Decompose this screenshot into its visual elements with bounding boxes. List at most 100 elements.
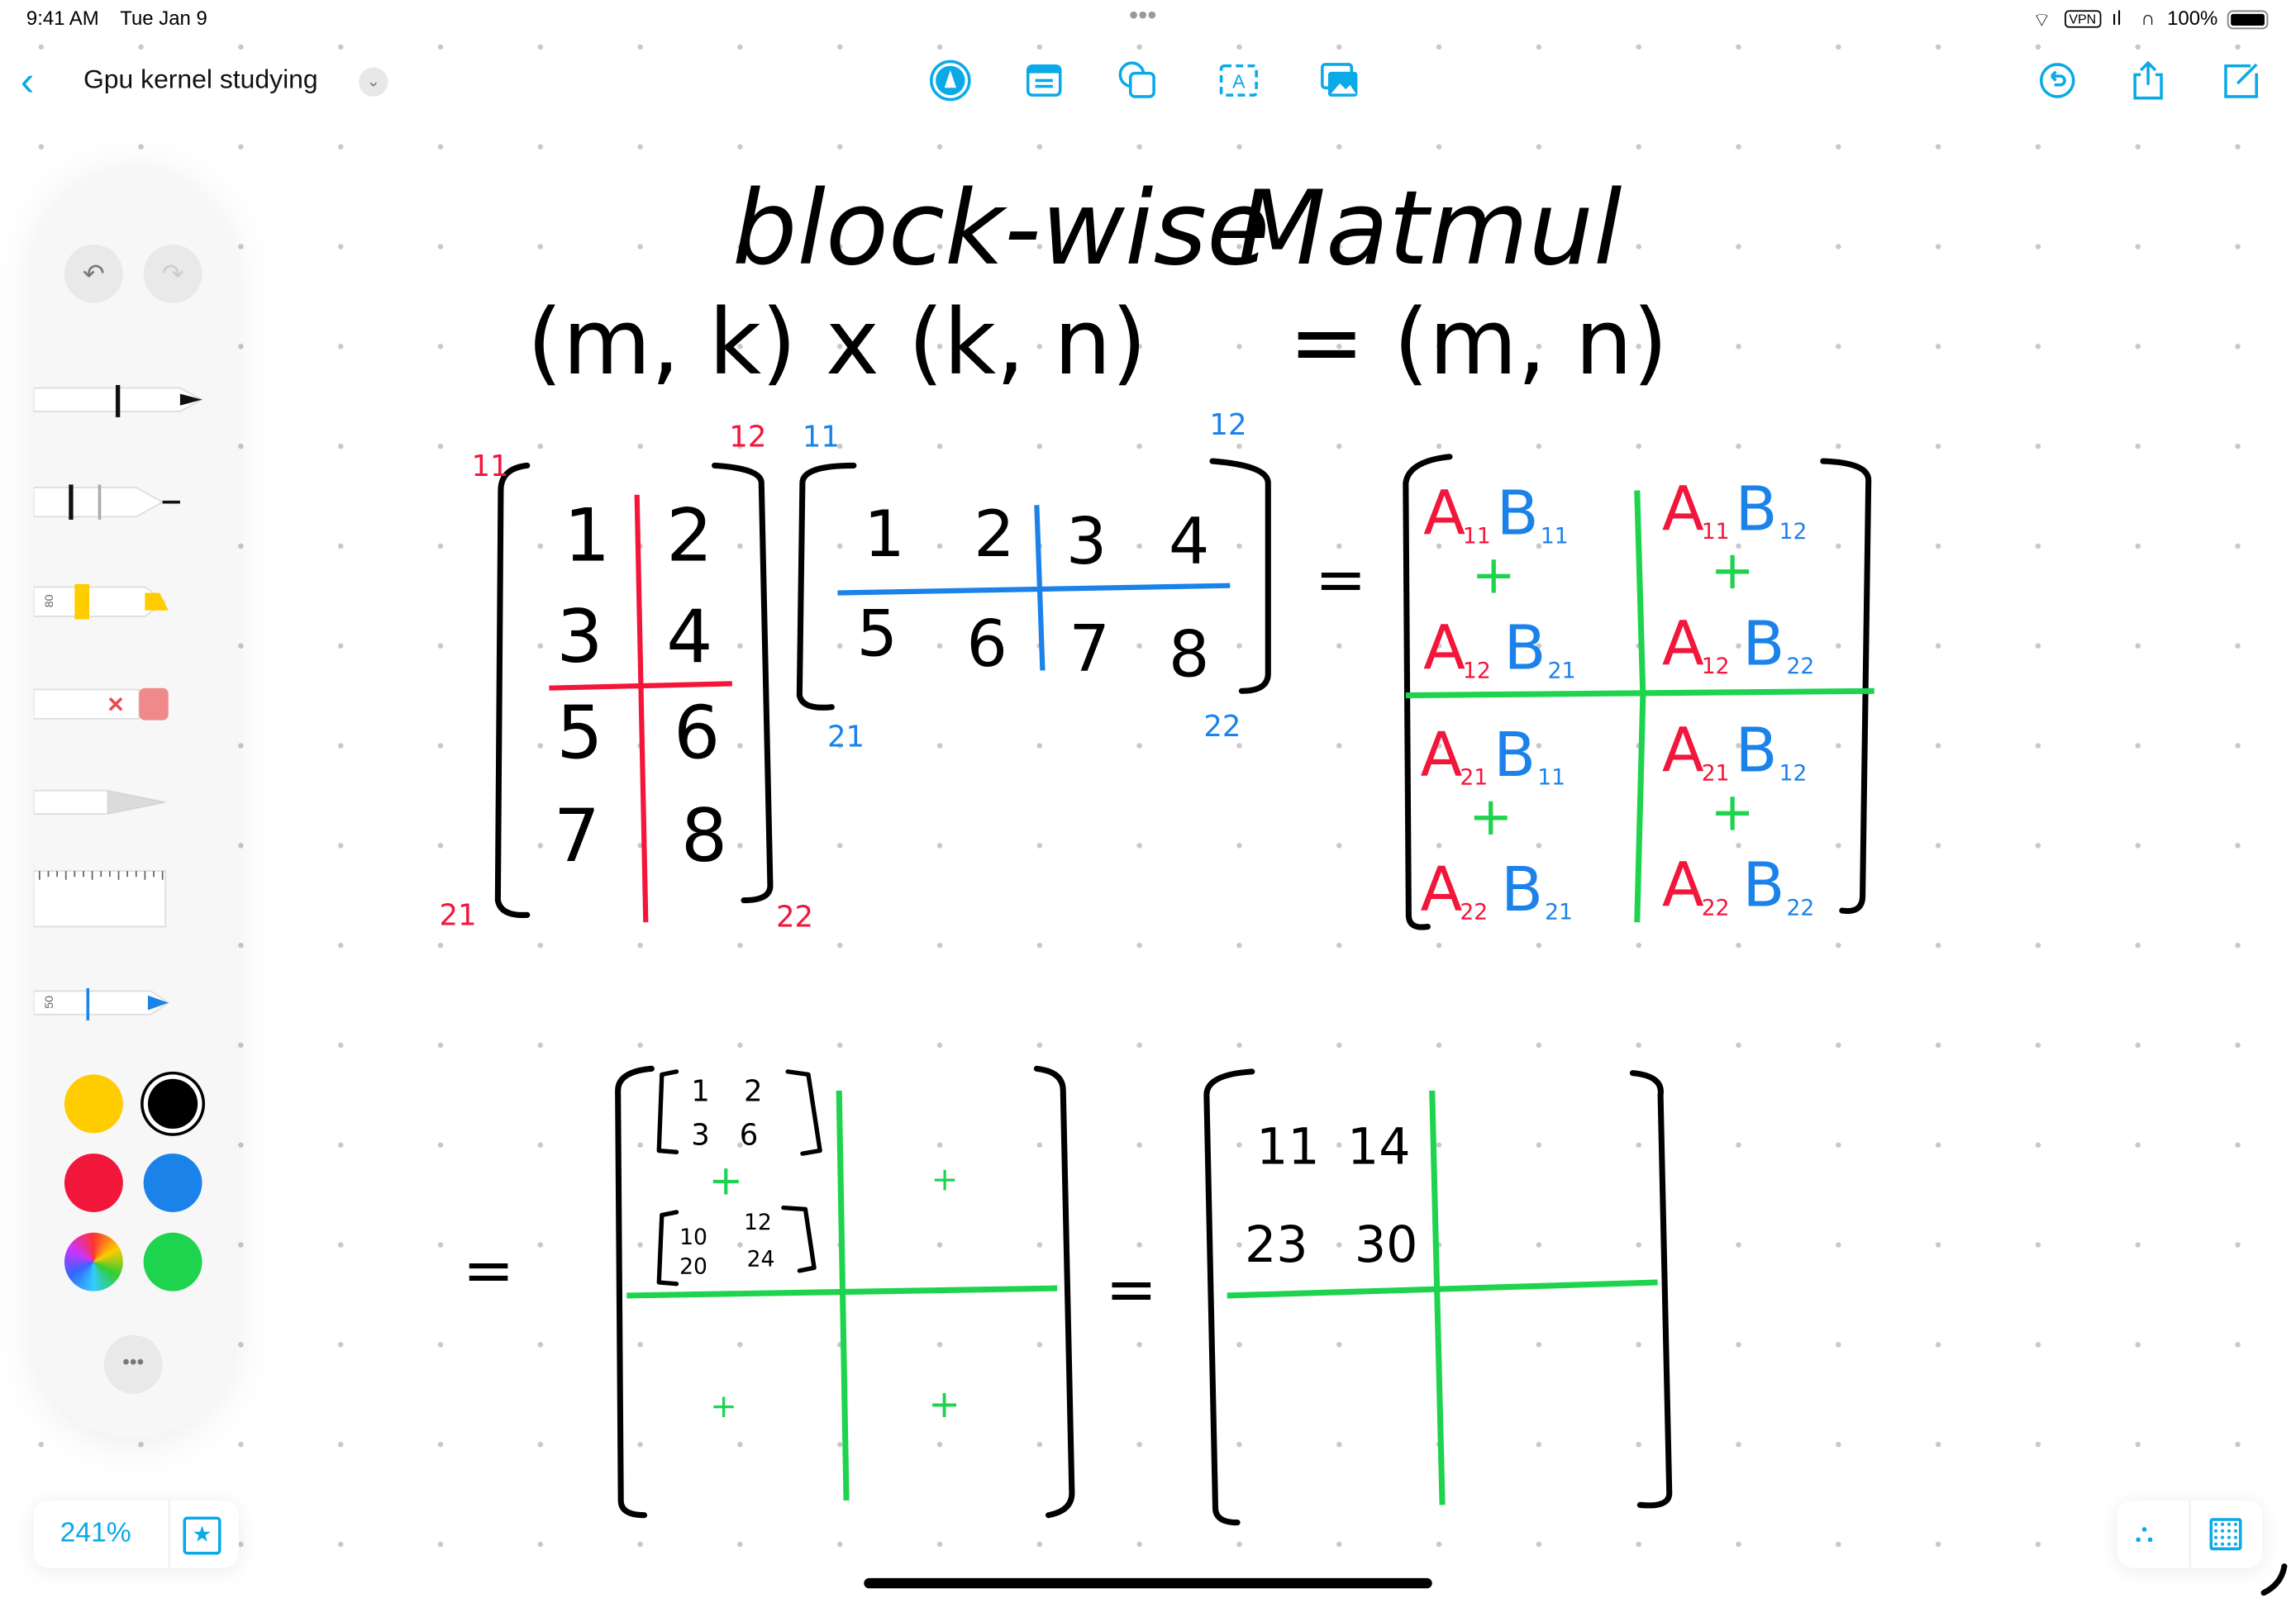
partial-2-value: 10 — [679, 1225, 707, 1250]
result-b-subscript: 11 — [1537, 765, 1565, 791]
ink-title-blockwise: block-wise — [732, 169, 1270, 288]
result-vertical-divider — [1634, 490, 1646, 923]
block-matrix-left-bracket — [615, 1065, 655, 1519]
matrix-b-value: 8 — [1169, 618, 1210, 692]
matrix-a-value: 2 — [666, 493, 712, 578]
matrix-b-value: 2 — [974, 497, 1015, 572]
result-a-term: A — [1423, 478, 1465, 549]
partial-2-value: 20 — [679, 1253, 707, 1279]
result-c-subscript: 22 — [1460, 900, 1488, 925]
block-matrix-right-bracket — [1033, 1065, 1075, 1519]
final-right-bracket — [1629, 1070, 1673, 1509]
matrix-b-horizontal-divider — [837, 583, 1231, 596]
partial-products: 1 23 6101220 24+ ++ + — [679, 1074, 960, 1426]
block-matrix-vertical-divider — [836, 1090, 850, 1501]
final-value: 30 — [1355, 1216, 1418, 1274]
partial-1-value: 2 — [744, 1074, 763, 1108]
final-horizontal-divider — [1227, 1279, 1658, 1299]
matrix-b-block-label: 22 — [1203, 710, 1241, 744]
result-d-term: B — [1504, 612, 1546, 684]
matrix-a-vertical-divider — [634, 494, 649, 923]
partial-2-value: 12 — [744, 1210, 772, 1235]
matrix-a-horizontal-divider — [549, 681, 732, 691]
result-c-term: A — [1662, 607, 1704, 679]
canvas[interactable]: 9:41 AM Tue Jan 9 ••• ⌔ VPN ıl ∩ 100% ‹ … — [0, 0, 2296, 1603]
result-b-subscript: 11 — [1541, 523, 1569, 549]
result-plus-sign: + — [1472, 545, 1516, 606]
matrix-a-block-label: 21 — [440, 899, 477, 933]
result-b-subscript: 12 — [1779, 760, 1808, 786]
partial-1-right-bracket — [785, 1069, 822, 1156]
partial-2-left-bracket — [656, 1210, 679, 1287]
matrix-a-left-bracket — [494, 462, 531, 918]
result-d-subscript: 22 — [1786, 654, 1814, 679]
ink-title-matmul: Matmul — [1237, 169, 1622, 288]
ink-equals-1: = — [1315, 543, 1366, 615]
matrix-b-value: 5 — [856, 597, 898, 672]
ink-stroke-fragment — [2260, 1563, 2288, 1596]
matrix-a-value: 6 — [674, 691, 720, 776]
ink-equals-3: = — [1106, 1253, 1157, 1325]
matrix-b-value: 4 — [1169, 505, 1210, 579]
block-plus-sign: + — [709, 1157, 744, 1205]
result-a-term: A — [1662, 473, 1704, 545]
matrix-a-block-label: 12 — [729, 420, 766, 454]
matrix-a-value: 5 — [556, 691, 603, 776]
final-value: 11 — [1256, 1119, 1320, 1177]
result-b-term: B — [1493, 719, 1536, 791]
ink-dims-left: (m, k) x (k, n) — [527, 289, 1147, 395]
result-plus-sign: + — [1469, 787, 1512, 848]
block-matrix-horizontal-divider — [626, 1285, 1058, 1299]
result-c-subscript: 12 — [1702, 654, 1730, 679]
result-c-subscript: 12 — [1463, 658, 1491, 683]
matrix-b-value: 6 — [966, 607, 1007, 682]
result-c-term: A — [1662, 849, 1704, 921]
result-d-term: B — [1742, 849, 1784, 921]
ink-dims-right: = (m, n) — [1289, 289, 1668, 395]
matrix-b-value: 3 — [1066, 505, 1108, 579]
ink-equals-2: = — [463, 1234, 514, 1306]
matrix-a-block-label: 22 — [776, 900, 813, 934]
partial-1-left-bracket — [656, 1069, 679, 1154]
result-d-term: B — [1742, 607, 1784, 679]
result-b-term: B — [1735, 715, 1777, 787]
partial-2-right-bracket — [781, 1205, 817, 1273]
final-values: 11 14 23 30 — [1245, 1119, 1418, 1275]
matrix-b-labels: 11 1221 22 — [803, 408, 1247, 754]
matrix-a-value: 4 — [666, 594, 712, 679]
result-b-term: B — [1735, 473, 1777, 545]
matrix-b-value: 7 — [1069, 611, 1110, 686]
result-d-subscript: 21 — [1548, 658, 1576, 683]
result-plus-sign: + — [1710, 540, 1754, 602]
final-value: 14 — [1347, 1119, 1411, 1177]
result-right-bracket — [1820, 458, 1872, 915]
result-b-subscript: 12 — [1779, 519, 1808, 545]
partial-2-value: 24 — [747, 1247, 775, 1272]
partial-1-value: 1 — [691, 1074, 710, 1108]
matrix-a-block-label: 11 — [471, 450, 508, 483]
matrix-a-value: 1 — [564, 493, 610, 578]
ink-layer: block-wise Matmul (m, k) x (k, n) = (m, … — [440, 169, 2288, 1596]
result-c-term: A — [1421, 854, 1463, 925]
final-value: 23 — [1245, 1216, 1308, 1274]
matrix-b-right-bracket — [1209, 458, 1271, 694]
partial-1-value: 6 — [740, 1118, 759, 1152]
matrix-b-block-label: 12 — [1209, 408, 1246, 442]
result-b-term: B — [1497, 478, 1539, 549]
result-a-term: A — [1421, 719, 1463, 791]
block-plus-sign: + — [931, 1161, 959, 1198]
matrix-b-block-label: 11 — [803, 420, 840, 454]
result-d-subscript: 21 — [1545, 900, 1573, 925]
result-c-term: A — [1423, 612, 1465, 684]
result-d-subscript: 22 — [1786, 895, 1814, 920]
matrix-b-block-label: 21 — [827, 721, 865, 754]
result-cells: A11 B 11+A12 B 21A11 B 12+A12 B 22A21 B 11+A22 B 21A… — [1421, 473, 1815, 925]
result-c-subscript: 22 — [1702, 895, 1730, 920]
block-plus-sign: + — [710, 1388, 737, 1425]
partial-1-value: 3 — [691, 1118, 710, 1152]
matrix-a-value: 3 — [556, 594, 603, 679]
matrix-b-values: 1 2 3 4 5 6 7 8 — [856, 497, 1209, 692]
final-vertical-divider — [1429, 1090, 1446, 1505]
matrix-b-value: 1 — [864, 497, 905, 572]
result-horizontal-divider — [1405, 687, 1874, 699]
